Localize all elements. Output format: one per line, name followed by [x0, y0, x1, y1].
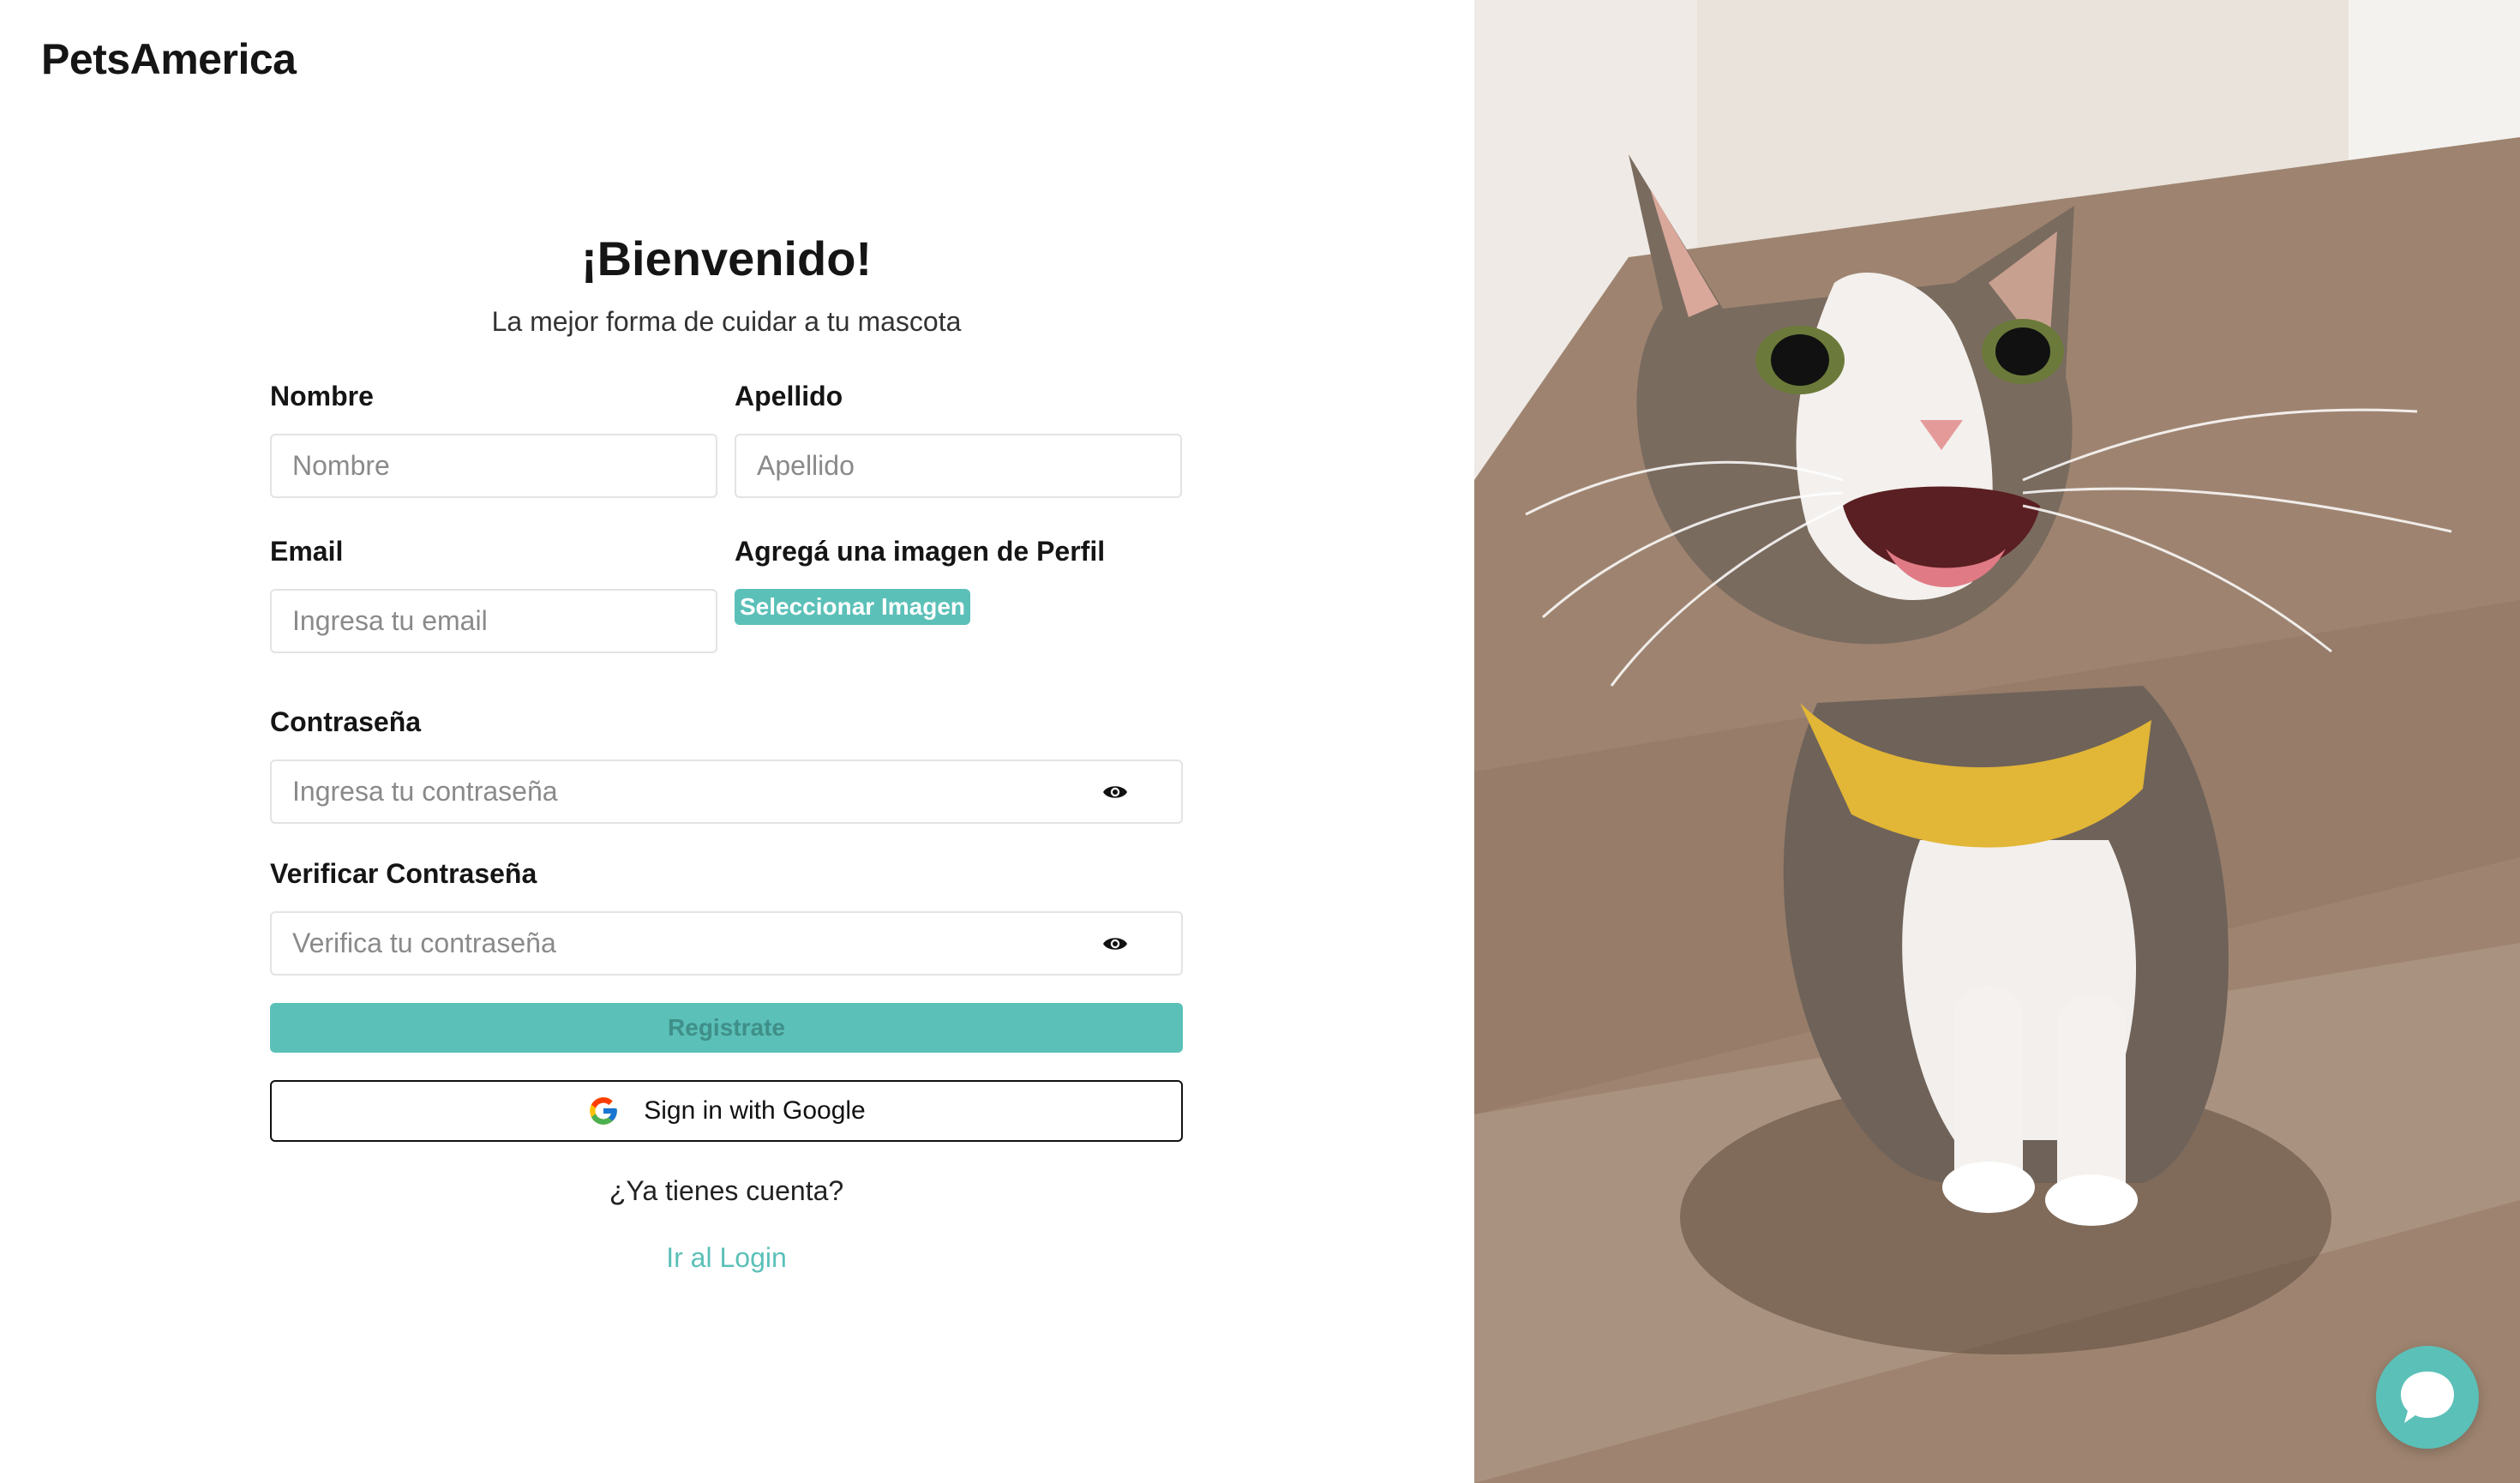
- image-label: Agregá una imagen de Perfil: [735, 536, 1106, 567]
- password-placeholder: Ingresa tu contraseña: [292, 776, 558, 807]
- brand-logo[interactable]: PetsAmerica: [41, 34, 297, 84]
- verify-password-group: Verificar Contraseña Verifica tu contras…: [270, 855, 1183, 976]
- page-title: ¡Bienvenido!: [580, 231, 873, 285]
- login-link[interactable]: Ir al Login: [270, 1238, 1183, 1277]
- password-input[interactable]: Ingresa tu contraseña: [270, 760, 1183, 824]
- password-label: Contraseña: [270, 706, 422, 737]
- nombre-input[interactable]: Nombre: [270, 434, 717, 498]
- email-placeholder: Ingresa tu email: [292, 605, 488, 636]
- apellido-label: Apellido: [735, 381, 843, 411]
- select-image-button[interactable]: Seleccionar Imagen: [735, 589, 971, 625]
- verify-password-label: Verificar Contraseña: [270, 858, 537, 889]
- verify-password-placeholder: Verifica tu contraseña: [292, 928, 556, 958]
- name-row: Nombre Nombre Apellido Apellido: [270, 377, 1183, 498]
- email-input[interactable]: Ingresa tu email: [270, 589, 717, 653]
- email-label: Email: [270, 536, 344, 567]
- apellido-placeholder: Apellido: [757, 450, 855, 481]
- apellido-group: Apellido Apellido: [735, 377, 1182, 498]
- nombre-label: Nombre: [270, 381, 374, 411]
- google-logo-icon: [590, 1097, 618, 1125]
- eye-icon[interactable]: [1102, 783, 1128, 802]
- register-button[interactable]: Registrate: [270, 1003, 1183, 1053]
- cat-photo-illustration: [1474, 0, 2520, 1483]
- nombre-placeholder: Nombre: [292, 450, 390, 481]
- verify-password-input[interactable]: Verifica tu contraseña: [270, 911, 1183, 976]
- chat-bubble-icon: [2401, 1372, 2454, 1423]
- google-signin-button[interactable]: Sign in with Google: [270, 1080, 1183, 1142]
- page-subtitle: La mejor forma de cuidar a tu mascota: [491, 306, 962, 337]
- apellido-input[interactable]: Apellido: [735, 434, 1182, 498]
- nombre-group: Nombre Nombre: [270, 377, 717, 498]
- eye-icon[interactable]: [1102, 934, 1128, 953]
- password-group: Contraseña Ingresa tu contraseña: [270, 703, 1183, 824]
- have-account-text: ¿Ya tienes cuenta?: [609, 1175, 844, 1206]
- form-panel: PetsAmerica ¡Bienvenido! La mejor forma …: [0, 0, 1474, 1483]
- hero-photo: [1474, 0, 2520, 1483]
- signup-form: ¡Bienvenido! La mejor forma de cuidar a …: [270, 225, 1183, 1277]
- email-group: Email Ingresa tu email: [270, 532, 717, 653]
- chat-widget-button[interactable]: [2376, 1346, 2479, 1449]
- signup-page: PetsAmerica ¡Bienvenido! La mejor forma …: [0, 0, 2520, 1483]
- email-row: Email Ingresa tu email Agregá una imagen…: [270, 532, 1183, 653]
- image-group: Agregá una imagen de Perfil Seleccionar …: [735, 532, 1182, 653]
- google-signin-label: Sign in with Google: [644, 1096, 866, 1125]
